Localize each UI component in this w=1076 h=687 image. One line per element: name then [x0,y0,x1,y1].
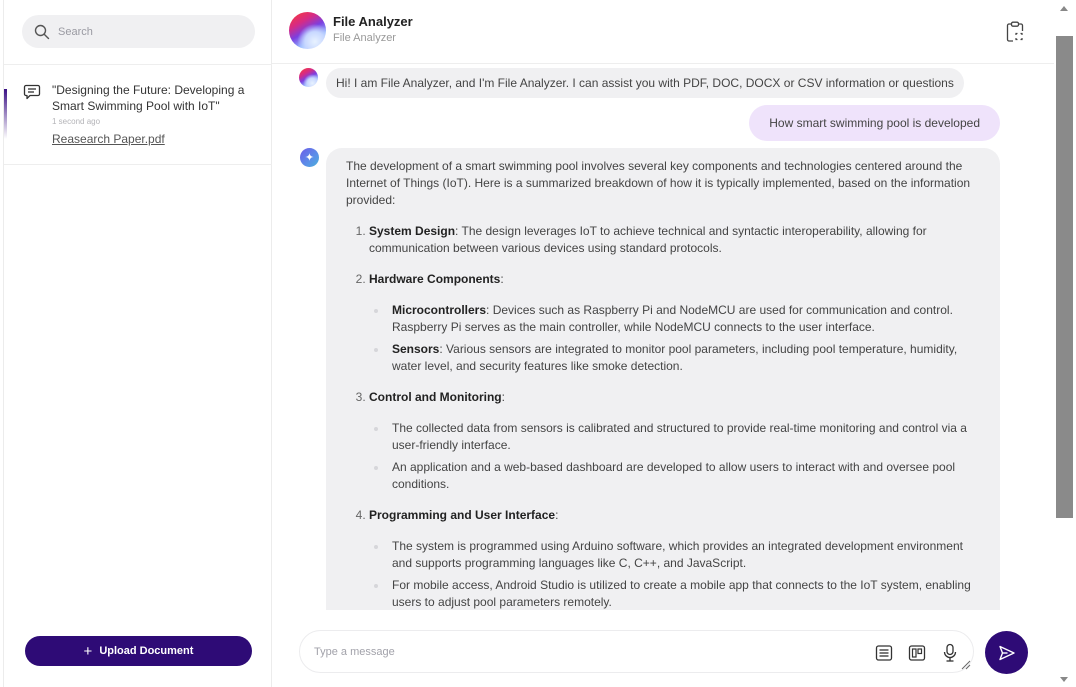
scroll-down-arrow-icon[interactable] [1060,677,1068,682]
section-heading: Control and Monitoring [369,390,502,404]
search-input[interactable] [58,25,238,38]
assistant-avatar-small [299,68,318,87]
chat-message-icon [23,84,41,100]
section-text: : [555,508,559,522]
bot-sections: System Design: The design leverages IoT … [346,223,980,610]
send-button[interactable] [985,631,1028,674]
bullet-item: Microcontrollers: Devices such as Raspbe… [374,302,980,336]
conversation-item[interactable]: "Designing the Future: Developing a Smar… [4,65,272,165]
message-input[interactable] [314,643,854,661]
bullet-text: An application and a web-based dashboard… [392,460,956,491]
sparkle-icon: ✦ [300,148,319,167]
assistant-avatar [289,12,326,49]
page-scrollbar[interactable] [1054,0,1076,687]
conversation-file-link[interactable]: Reasearch Paper.pdf [52,132,165,146]
section-bullets: The system is programmed using Arduino s… [369,538,980,610]
microphone-icon[interactable] [940,643,960,663]
bullet-text: The system is programmed using Arduino s… [392,539,963,570]
section-bullets: The collected data from sensors is calib… [369,420,980,493]
section-heading: Hardware Components [369,272,501,286]
message-composer [299,630,974,673]
message-list[interactable]: Hi! I am File Analyzer, and I'm File Ana… [272,65,1054,610]
bullet-item: The system is programmed using Arduino s… [374,538,980,572]
scroll-thumb[interactable] [1056,36,1073,518]
scroll-up-arrow-icon[interactable] [1060,6,1068,11]
conversation-time: 1 second ago [52,117,101,126]
section-item: Programming and User Interface: The syst… [369,507,980,610]
plus-icon: + [83,642,93,660]
chat-subtitle: File Analyzer [333,32,396,44]
user-message: How smart swimming pool is developed [749,105,1000,141]
bullet-item: An application and a web-based dashboard… [374,459,980,493]
conversation-title: "Designing the Future: Developing a Smar… [52,83,245,113]
bot-message: The development of a smart swimming pool… [326,148,1000,610]
bullet-item: For mobile access, Android Studio is uti… [374,577,980,610]
section-item: Control and Monitoring: The collected da… [369,389,980,493]
greeting-message: Hi! I am File Analyzer, and I'm File Ana… [326,68,964,98]
bullet-text: : Various sensors are integrated to moni… [392,342,958,373]
document-lines-icon[interactable] [874,643,894,663]
section-item: System Design: The design leverages IoT … [369,223,980,257]
section-text: : [500,272,504,286]
chat-header: File Analyzer File Analyzer [272,0,1054,64]
clipboard-icon[interactable] [1005,21,1025,43]
bullet-bold: Microcontrollers [392,303,487,317]
bullet-item: The collected data from sensors is calib… [374,420,980,454]
search-box[interactable] [22,15,255,48]
section-bullets: Microcontrollers: Devices such as Raspbe… [369,302,980,375]
bot-intro: The development of a smart swimming pool… [346,159,971,207]
bullet-text: The collected data from sensors is calib… [392,421,967,452]
section-text: : [501,390,505,404]
chat-title: File Analyzer [333,14,413,29]
app-root: "Designing the Future: Developing a Smar… [0,0,1076,687]
section-heading: Programming and User Interface [369,508,556,522]
send-icon [998,645,1015,660]
upload-document-button[interactable]: + Upload Document [25,636,252,666]
upload-document-label: Upload Document [99,645,194,657]
search-icon [34,24,50,39]
sidebar: "Designing the Future: Developing a Smar… [3,0,272,687]
active-indicator [4,89,7,139]
bullet-item: Sensors: Various sensors are integrated … [374,341,980,375]
section-item: Hardware Components: Microcontrollers: D… [369,271,980,375]
board-icon[interactable] [907,643,927,663]
section-heading: System Design [369,224,456,238]
bullet-bold: Sensors [392,342,440,356]
bullet-text: For mobile access, Android Studio is uti… [392,578,971,609]
resize-handle-icon[interactable] [961,660,971,670]
